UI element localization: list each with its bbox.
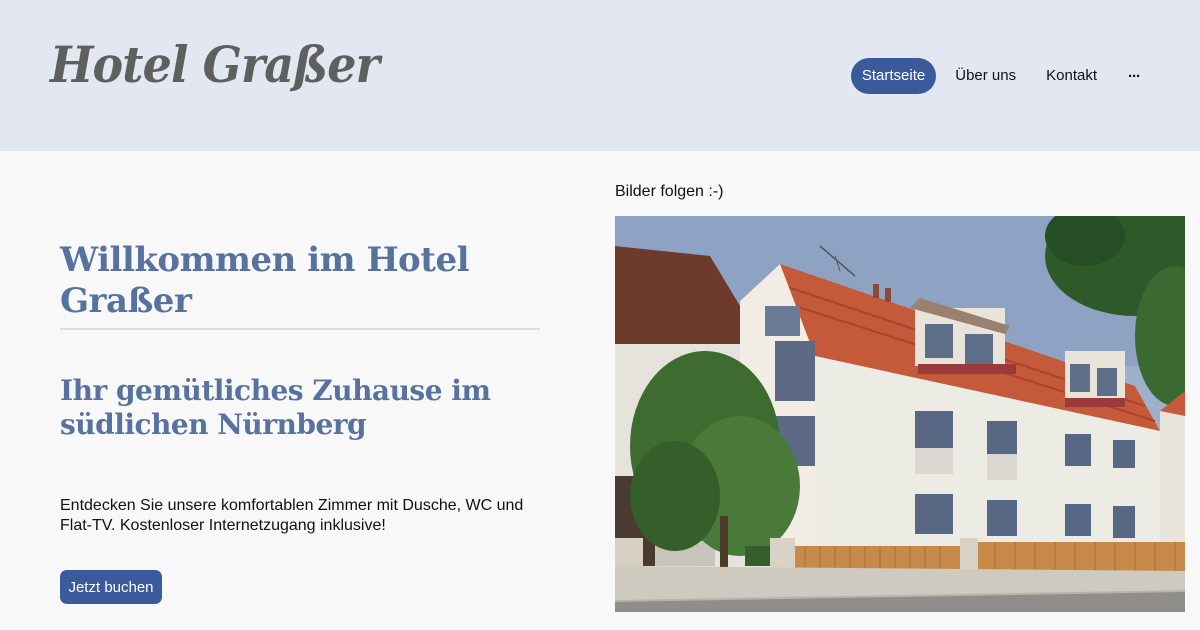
photo-caption: Bilder folgen :-) bbox=[615, 183, 724, 200]
main-nav: Startseite Über uns Kontakt ··· bbox=[843, 58, 1152, 94]
book-now-button[interactable]: Jetzt buchen bbox=[60, 570, 162, 604]
page-title: Willkommen im Hotel Graßer bbox=[60, 240, 470, 321]
more-menu-icon[interactable]: ··· bbox=[1116, 59, 1152, 94]
page-subtitle: Ihr gemütliches Zuhause im südlichen Nür… bbox=[60, 374, 491, 442]
site-header: Hotel Graßer Startseite Über uns Kontakt… bbox=[0, 0, 1200, 151]
nav-item-kontakt[interactable]: Kontakt bbox=[1035, 58, 1108, 94]
hotel-photo bbox=[615, 216, 1185, 612]
site-logo[interactable]: Hotel Graßer bbox=[50, 40, 380, 90]
nav-item-ueber-uns[interactable]: Über uns bbox=[944, 58, 1027, 94]
nav-item-startseite[interactable]: Startseite bbox=[850, 58, 937, 94]
description-text: Entdecken Sie unsere komfortablen Zimmer… bbox=[60, 497, 524, 534]
divider bbox=[60, 328, 540, 330]
